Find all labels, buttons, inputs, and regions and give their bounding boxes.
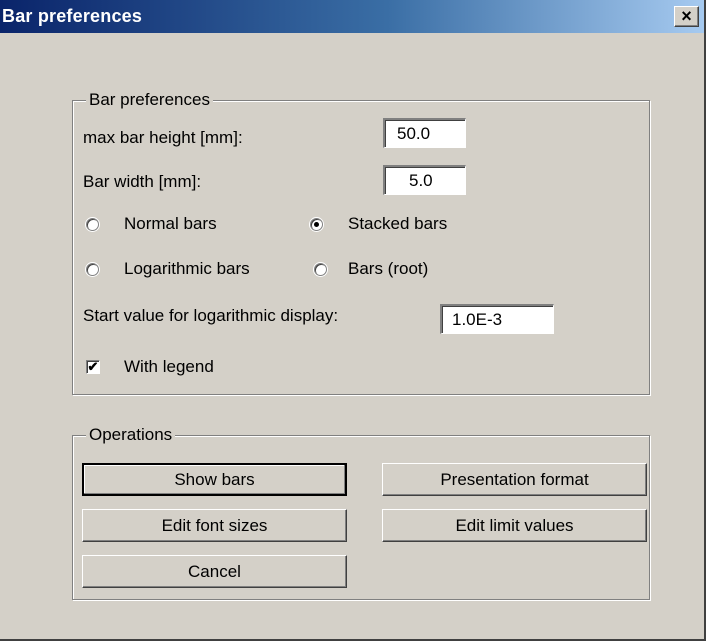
- bar-width-input[interactable]: [383, 165, 466, 195]
- logarithmic-bars-label[interactable]: Logarithmic bars: [124, 259, 250, 279]
- stacked-bars-radio[interactable]: [310, 218, 323, 231]
- start-value-input[interactable]: [440, 304, 554, 334]
- normal-bars-radio[interactable]: [86, 218, 99, 231]
- checkmark-icon: ✔: [87, 359, 99, 374]
- stacked-bars-label[interactable]: Stacked bars: [348, 214, 447, 234]
- close-button[interactable]: ×: [674, 6, 699, 27]
- operations-group-legend: Operations: [86, 424, 176, 446]
- dialog-title: Bar preferences: [2, 6, 143, 26]
- presentation-format-button[interactable]: Presentation format: [382, 463, 647, 496]
- cancel-button[interactable]: Cancel: [82, 555, 347, 588]
- logarithmic-bars-radio[interactable]: [86, 263, 99, 276]
- close-icon: ×: [681, 6, 692, 26]
- edit-limit-values-button[interactable]: Edit limit values: [382, 509, 647, 542]
- with-legend-checkbox[interactable]: ✔: [86, 360, 100, 374]
- bar-preferences-group-legend: Bar preferences: [86, 89, 213, 111]
- show-bars-button[interactable]: Show bars: [82, 463, 347, 496]
- with-legend-label[interactable]: With legend: [124, 357, 214, 377]
- max-bar-height-label: max bar height [mm]:: [83, 128, 243, 147]
- bar-preferences-dialog: Bar preferences × Bar preferences max ba…: [0, 0, 706, 641]
- edit-font-sizes-button[interactable]: Edit font sizes: [82, 509, 347, 542]
- start-value-label: Start value for logarithmic display:: [83, 306, 339, 325]
- max-bar-height-input[interactable]: [383, 118, 466, 148]
- title-bar[interactable]: Bar preferences ×: [0, 0, 704, 33]
- bars-root-radio[interactable]: [314, 263, 327, 276]
- bars-root-label[interactable]: Bars (root): [348, 259, 428, 279]
- normal-bars-label[interactable]: Normal bars: [124, 214, 217, 234]
- bar-width-label: Bar width [mm]:: [83, 172, 202, 191]
